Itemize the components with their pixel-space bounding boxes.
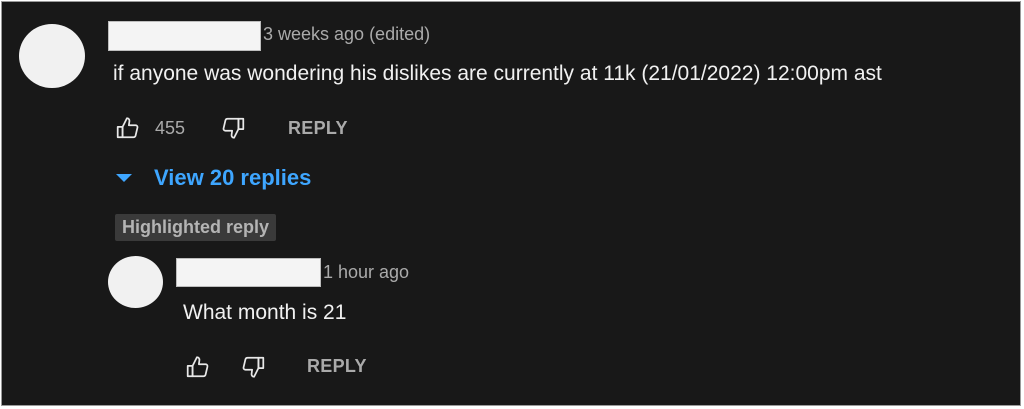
reply-button[interactable]: REPLY <box>288 118 348 139</box>
reply-avatar[interactable] <box>108 256 163 308</box>
thumbs-up-icon[interactable] <box>115 115 141 141</box>
thumbs-down-icon[interactable] <box>220 115 246 141</box>
view-replies-button[interactable]: View 20 replies <box>114 164 311 192</box>
view-replies-label: View 20 replies <box>154 165 312 190</box>
caret-down-icon <box>116 174 132 182</box>
highlighted-reply-badge: Highlighted reply <box>115 214 277 241</box>
comment-timestamp[interactable]: 3 weeks ago (edited) <box>263 24 430 45</box>
reply-button[interactable]: REPLY <box>307 356 367 377</box>
comment-text: if anyone was wondering his dislikes are… <box>113 62 882 85</box>
thumbs-up-icon[interactable] <box>185 354 211 380</box>
thumbs-down-icon[interactable] <box>240 354 266 380</box>
comment-thread: 3 weeks ago (edited) if anyone was wonde… <box>1 1 1021 406</box>
reply-text: What month is 21 <box>183 301 347 324</box>
like-count: 455 <box>155 118 186 138</box>
reply-timestamp[interactable]: 1 hour ago <box>323 262 409 283</box>
reply-author-name-redacted[interactable] <box>176 258 321 287</box>
commenter-avatar[interactable] <box>19 24 85 88</box>
commenter-name-redacted[interactable] <box>108 21 261 51</box>
